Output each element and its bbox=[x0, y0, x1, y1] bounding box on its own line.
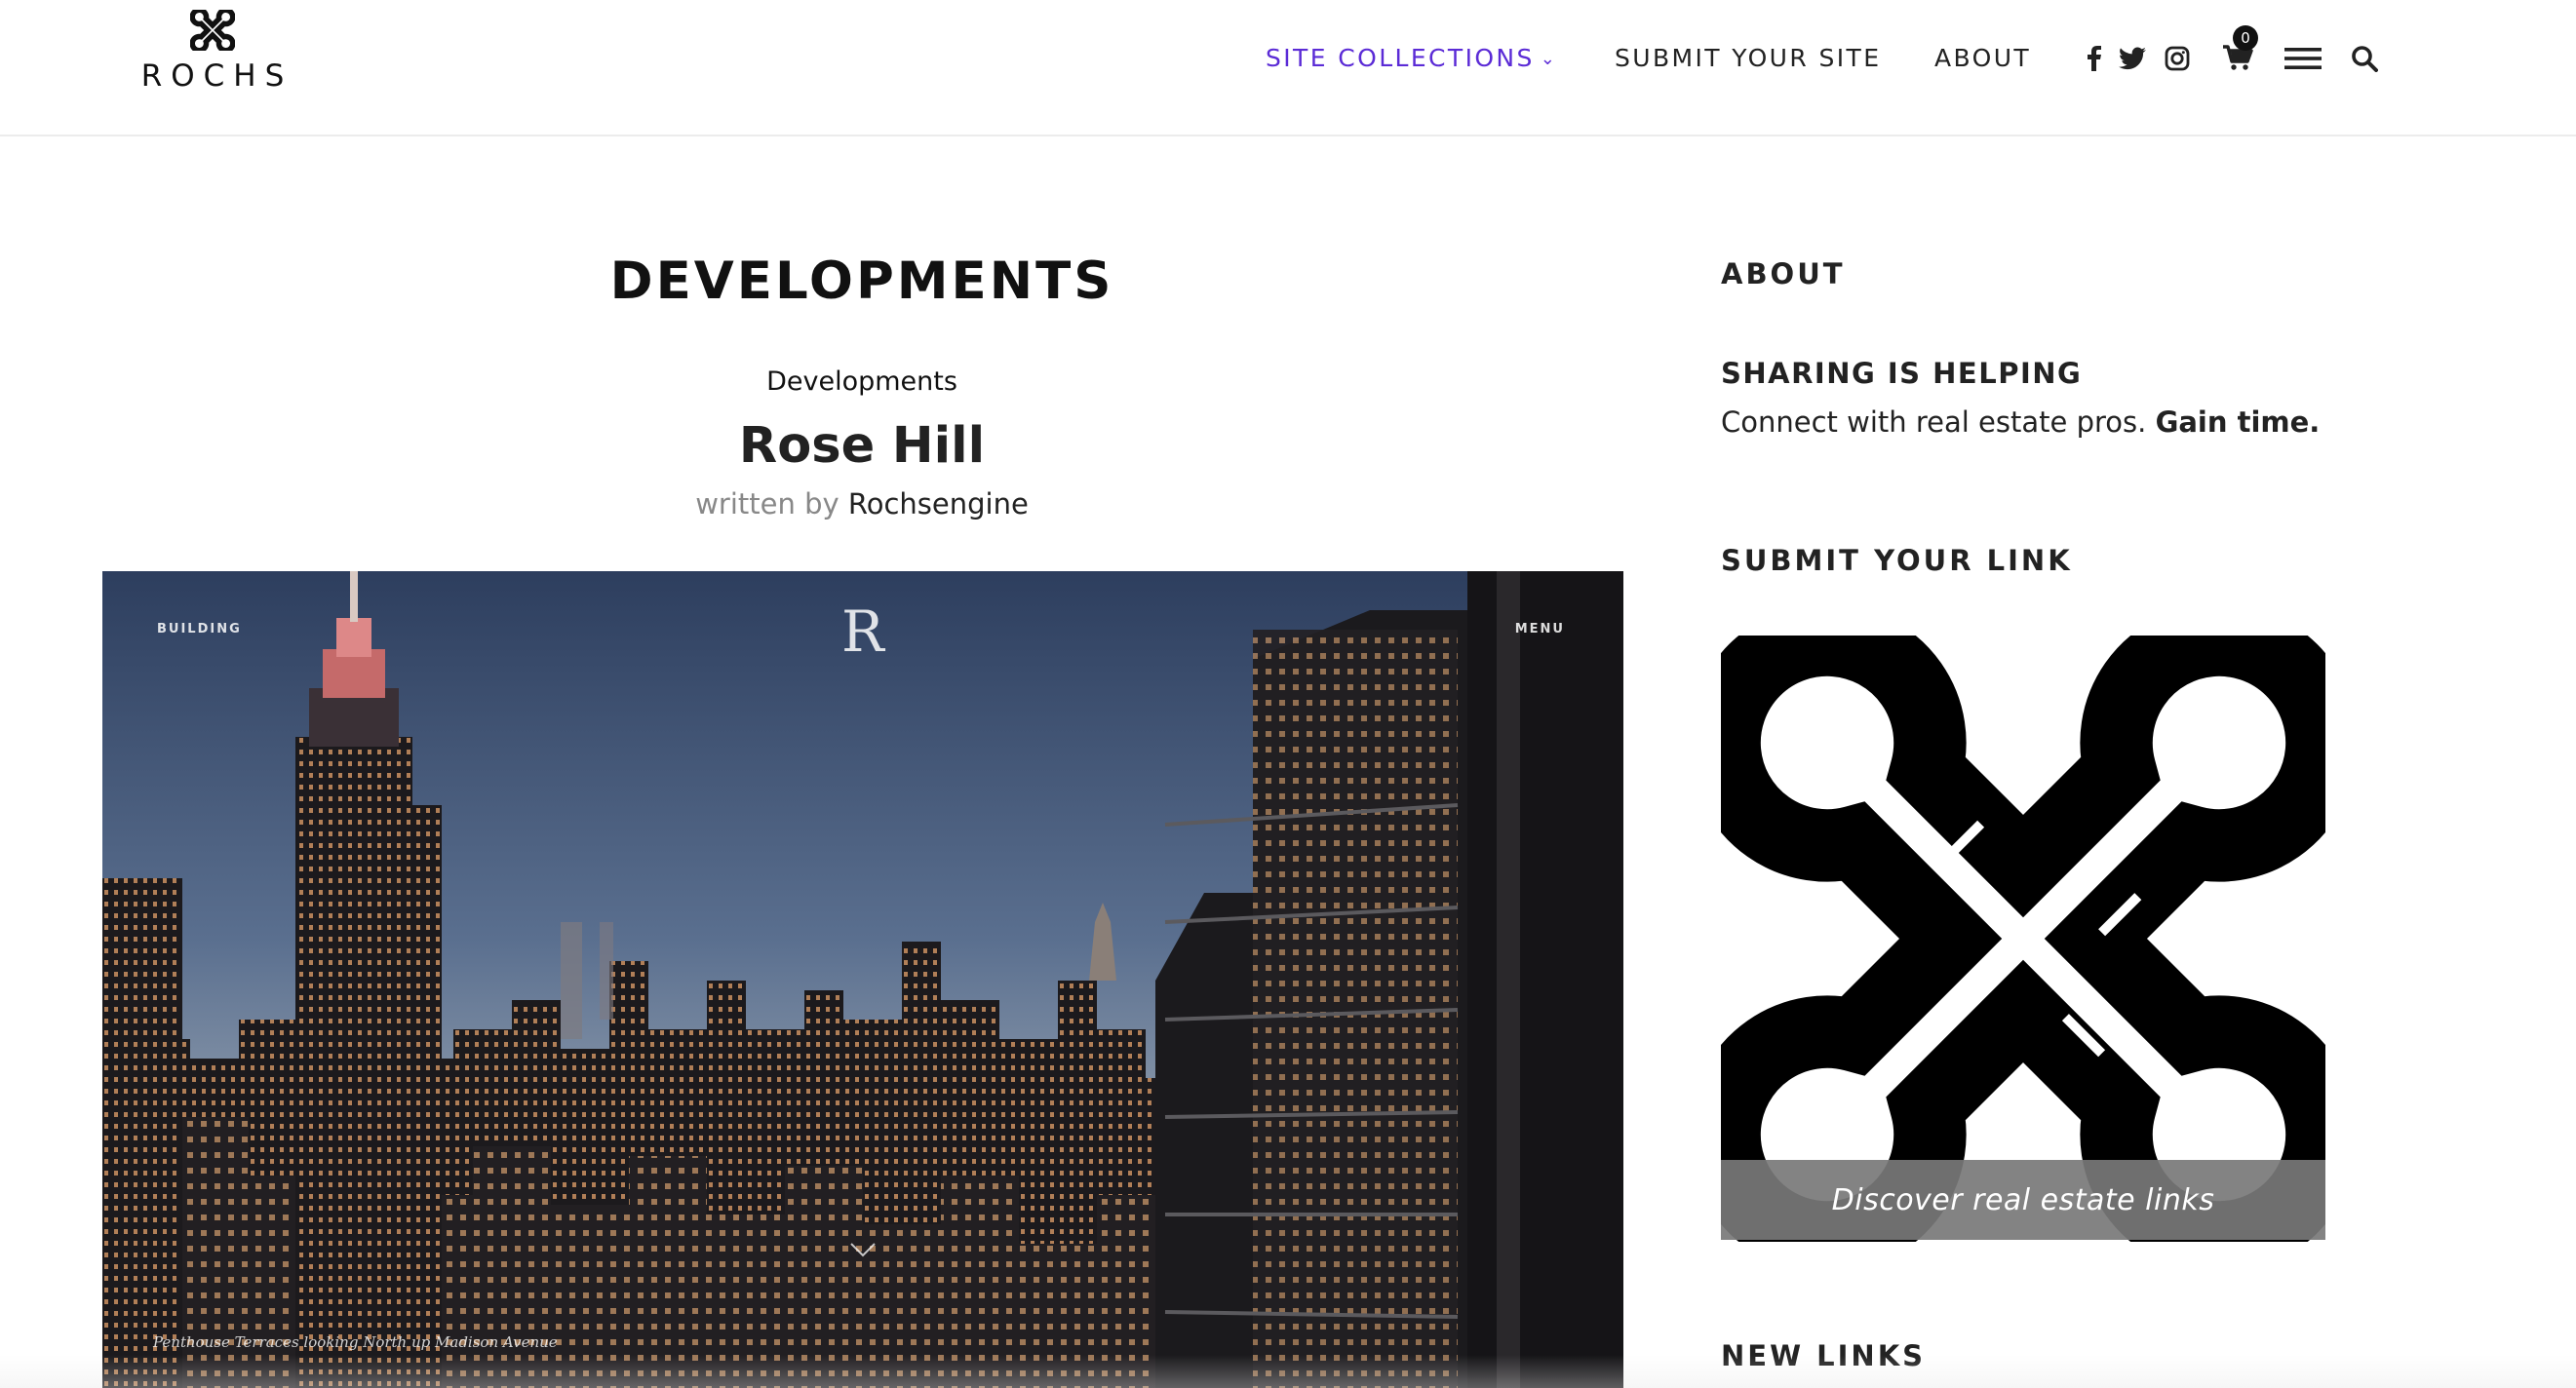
hero-logo-letter: R bbox=[841, 598, 884, 665]
hero-menu-label: MENU bbox=[1514, 622, 1565, 636]
search-icon[interactable] bbox=[2350, 41, 2379, 76]
author-link[interactable]: Rochsengine bbox=[848, 487, 1029, 520]
rochs-knot-icon bbox=[190, 10, 235, 51]
nav-site-collections-label: SITE COLLECTIONS bbox=[1266, 44, 1535, 72]
byline-prefix: written by bbox=[695, 487, 839, 520]
hero-building-label: BUILDING bbox=[157, 622, 242, 636]
about-text-plain: Connect with real estate pros. bbox=[1721, 405, 2147, 439]
rochs-knot-icon bbox=[1688, 603, 2359, 1274]
post-category-link[interactable]: Developments bbox=[101, 366, 1622, 397]
promo-caption: Discover real estate links bbox=[1721, 1160, 2325, 1240]
submit-link-promo[interactable]: Discover real estate links bbox=[1688, 603, 2359, 1274]
cart-count-badge: 0 bbox=[2233, 25, 2258, 51]
about-tagline: SHARING IS HELPING bbox=[1721, 357, 2083, 390]
post-title[interactable]: Rose Hill bbox=[101, 417, 1622, 475]
submit-link-widget-title: SUBMIT YOUR LINK bbox=[1721, 544, 2073, 577]
site-logo[interactable]: ROCHS bbox=[135, 8, 291, 94]
brand-name: ROCHS bbox=[140, 58, 293, 94]
instagram-icon[interactable] bbox=[2163, 41, 2192, 76]
site-header: ROCHS SITE COLLECTIONS ⌄ SUBMIT YOUR SITE… bbox=[0, 0, 2576, 136]
city-skyline-illustration bbox=[102, 571, 1623, 1388]
about-widget-title: ABOUT bbox=[1721, 257, 1846, 290]
new-links-widget-title: NEW LINKS bbox=[1721, 1339, 1927, 1372]
post-byline: written by Rochsengine bbox=[101, 487, 1622, 520]
twitter-icon[interactable] bbox=[2118, 41, 2147, 76]
nav-submit-your-site[interactable]: SUBMIT YOUR SITE bbox=[1615, 41, 1881, 76]
facebook-icon[interactable] bbox=[2083, 41, 2106, 76]
page-title: DEVELOPMENTS bbox=[609, 251, 1114, 311]
nav-about[interactable]: ABOUT bbox=[1934, 41, 2031, 76]
about-text-bold: Gain time. bbox=[2155, 405, 2321, 439]
hero-caption: Penthouse Terraces looking North up Madi… bbox=[153, 1333, 558, 1351]
featured-image[interactable]: BUILDING R MENU Penthouse Terraces looki… bbox=[102, 571, 1623, 1388]
nav-site-collections[interactable]: SITE COLLECTIONS ⌄ bbox=[1266, 41, 1557, 77]
chevron-down-icon: ⌄ bbox=[1540, 49, 1558, 69]
about-text: Connect with real estate pros. Gain time… bbox=[1721, 405, 2320, 439]
menu-icon[interactable] bbox=[2283, 41, 2322, 76]
